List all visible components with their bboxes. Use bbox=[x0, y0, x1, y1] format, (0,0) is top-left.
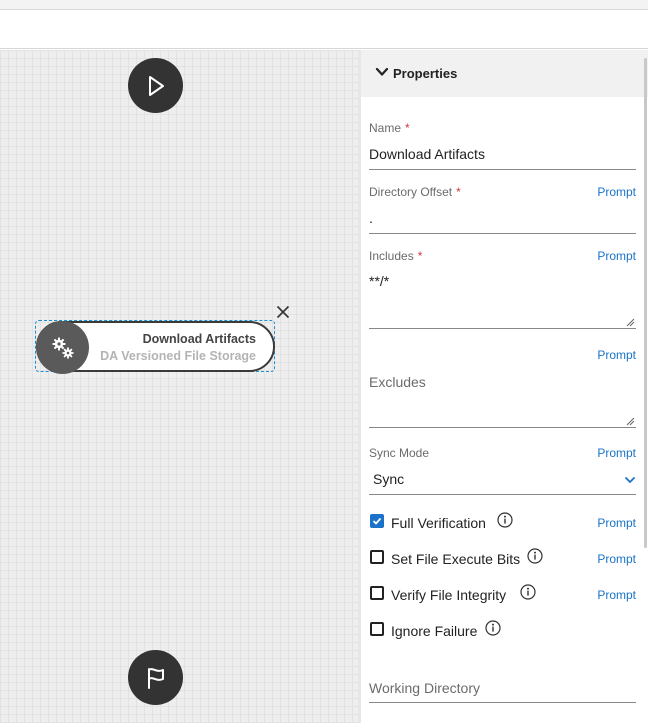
working-directory-underline bbox=[369, 702, 636, 703]
verify-file-integrity-prompt-link[interactable]: Prompt bbox=[597, 588, 636, 602]
directory-offset-label: Directory Offset * bbox=[369, 185, 461, 199]
directory-offset-field[interactable]: . bbox=[369, 210, 373, 226]
chevron-down-icon[interactable] bbox=[375, 65, 389, 79]
properties-header[interactable]: Properties bbox=[361, 50, 648, 97]
panel-scrollbar[interactable] bbox=[644, 58, 647, 548]
close-icon[interactable] bbox=[274, 303, 292, 321]
start-node[interactable] bbox=[128, 58, 183, 113]
includes-label: Includes * bbox=[369, 249, 423, 263]
step-title: Download Artifacts bbox=[142, 332, 256, 346]
sync-mode-select[interactable]: Sync bbox=[373, 471, 404, 487]
process-canvas[interactable]: Download Artifacts DA Versioned File Sto… bbox=[0, 50, 358, 723]
set-file-execute-bits-checkbox[interactable] bbox=[370, 550, 384, 564]
toolbar bbox=[0, 10, 648, 49]
sync-mode-label: Sync Mode bbox=[369, 446, 430, 460]
excludes-label[interactable]: Excludes bbox=[369, 374, 426, 390]
ignore-failure-row: Ignore Failure bbox=[369, 621, 639, 641]
finish-node[interactable] bbox=[128, 650, 183, 705]
includes-underline bbox=[369, 328, 636, 329]
includes-resize-handle[interactable] bbox=[626, 318, 635, 327]
ignore-failure-label: Ignore Failure bbox=[391, 623, 478, 639]
checkmark-icon bbox=[372, 517, 382, 525]
includes-textarea[interactable]: **/* bbox=[369, 273, 389, 289]
name-underline bbox=[369, 169, 636, 170]
step-subtitle: DA Versioned File Storage bbox=[100, 349, 256, 363]
chevron-down-icon[interactable] bbox=[624, 475, 636, 485]
top-bar bbox=[0, 0, 648, 10]
full-verification-checkbox[interactable] bbox=[370, 514, 384, 528]
verify-file-integrity-label: Verify File Integrity bbox=[391, 587, 507, 603]
full-verification-prompt-link[interactable]: Prompt bbox=[597, 516, 636, 530]
directory-offset-underline bbox=[369, 233, 636, 234]
ignore-failure-checkbox[interactable] bbox=[370, 622, 384, 636]
play-icon bbox=[148, 75, 164, 96]
info-icon[interactable] bbox=[527, 548, 543, 564]
working-directory-field[interactable]: Working Directory bbox=[369, 680, 480, 696]
step-download-artifacts[interactable]: Download Artifacts DA Versioned File Sto… bbox=[35, 320, 275, 374]
includes-prompt-link[interactable]: Prompt bbox=[597, 249, 636, 263]
properties-title: Properties bbox=[393, 66, 458, 81]
name-label: Name * bbox=[369, 121, 410, 135]
excludes-resize-handle[interactable] bbox=[626, 417, 635, 426]
sync-mode-underline bbox=[369, 494, 636, 495]
info-icon[interactable] bbox=[497, 512, 513, 528]
gears-icon bbox=[36, 321, 89, 374]
set-file-execute-bits-prompt-link[interactable]: Prompt bbox=[597, 552, 636, 566]
verify-file-integrity-checkbox[interactable] bbox=[370, 586, 384, 600]
excludes-underline bbox=[369, 427, 636, 428]
info-icon[interactable] bbox=[520, 584, 536, 600]
step-pill[interactable]: Download Artifacts DA Versioned File Sto… bbox=[36, 321, 275, 374]
flag-icon bbox=[147, 667, 164, 689]
sync-mode-prompt-link[interactable]: Prompt bbox=[597, 446, 636, 460]
excludes-prompt-link[interactable]: Prompt bbox=[597, 348, 636, 362]
info-icon[interactable] bbox=[485, 620, 501, 636]
name-field[interactable]: Download Artifacts bbox=[369, 146, 485, 162]
directory-offset-prompt-link[interactable]: Prompt bbox=[597, 185, 636, 199]
full-verification-label: Full Verification bbox=[391, 515, 486, 531]
properties-panel: Properties Name * Download Artifacts Dire… bbox=[361, 50, 648, 723]
set-file-execute-bits-label: Set File Execute Bits bbox=[391, 551, 521, 567]
